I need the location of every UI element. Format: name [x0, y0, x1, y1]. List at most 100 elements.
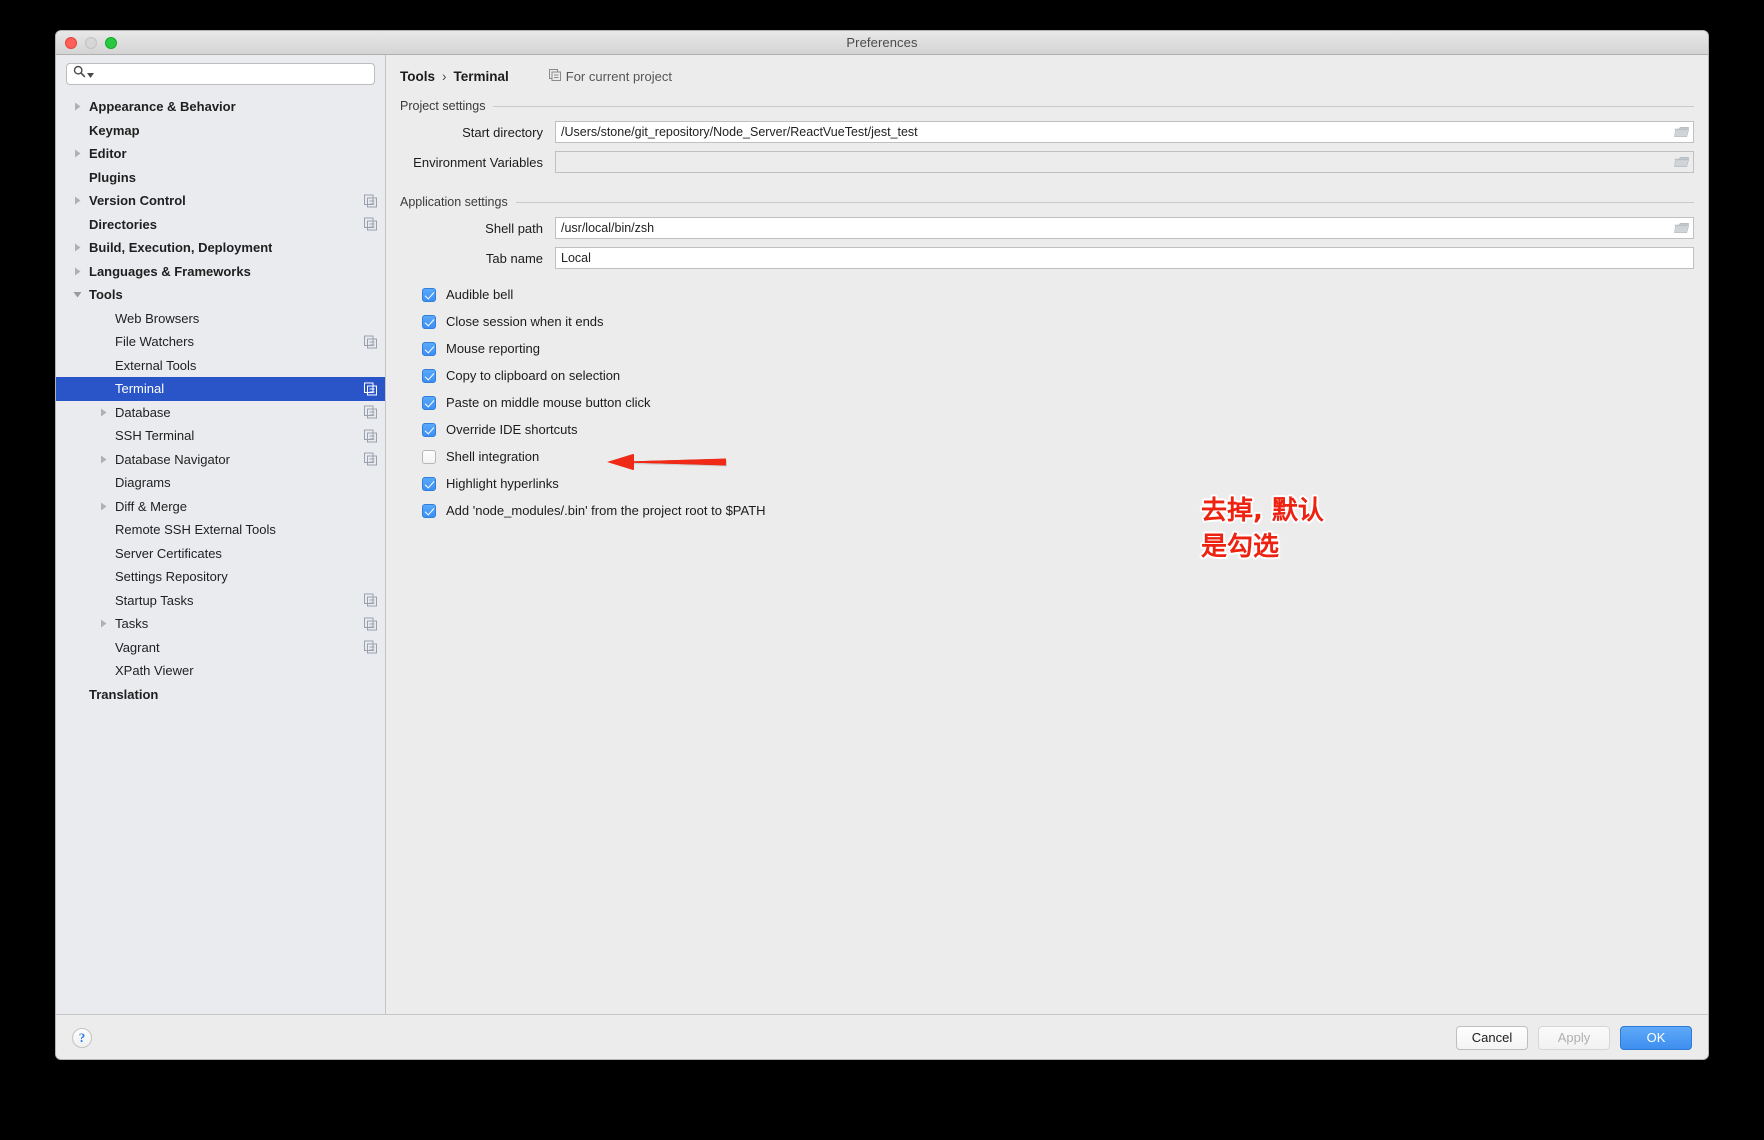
sidebar-item-xpath-viewer[interactable]: XPath Viewer: [56, 659, 385, 683]
sidebar-item-editor[interactable]: Editor: [56, 142, 385, 166]
traffic-lights: [65, 36, 117, 49]
field-label: Start directory: [462, 124, 543, 140]
chevron-right-icon[interactable]: [70, 241, 84, 255]
tab-name-input[interactable]: [555, 247, 1694, 269]
checkbox-paste-on-middle-mouse-button-click[interactable]: [422, 395, 436, 410]
checkbox-row-shell-integration[interactable]: Shell integration: [422, 443, 1694, 470]
search-box[interactable]: [66, 63, 375, 85]
checkbox-shell-integration[interactable]: [422, 449, 436, 464]
checkbox-add-node-modules-bin-from-the-project-root-to-path[interactable]: [422, 503, 436, 518]
checkbox-row-copy-to-clipboard-on-selection[interactable]: Copy to clipboard on selection: [422, 362, 1694, 389]
shell-path-input[interactable]: [555, 217, 1694, 239]
checkbox-row-override-ide-shortcuts[interactable]: Override IDE shortcuts: [422, 416, 1694, 443]
sidebar-item-external-tools[interactable]: External Tools: [56, 354, 385, 378]
folder-browse-icon[interactable]: [1674, 156, 1689, 169]
checkbox-row-highlight-hyperlinks[interactable]: Highlight hyperlinks: [422, 470, 1694, 497]
sidebar-item-languages-frameworks[interactable]: Languages & Frameworks: [56, 260, 385, 284]
checkbox-mouse-reporting[interactable]: [422, 341, 436, 356]
breadcrumb-parent[interactable]: Tools: [400, 69, 435, 84]
sidebar-item-plugins[interactable]: Plugins: [56, 166, 385, 190]
folder-browse-icon[interactable]: [1674, 126, 1689, 139]
sidebar-item-tools[interactable]: Tools: [56, 283, 385, 307]
chevron-right-icon[interactable]: [70, 100, 84, 114]
sidebar-item-label: Database Navigator: [115, 451, 230, 467]
project-scope-label: For current project: [565, 68, 672, 84]
checkbox-row-mouse-reporting[interactable]: Mouse reporting: [422, 335, 1694, 362]
sidebar-item-database[interactable]: Database: [56, 401, 385, 425]
sidebar-item-label: Translation: [89, 686, 159, 702]
sidebar-item-keymap[interactable]: Keymap: [56, 119, 385, 143]
search-input[interactable]: [98, 66, 368, 82]
chevron-right-icon[interactable]: [70, 147, 84, 161]
sidebar-item-label: External Tools: [115, 357, 197, 373]
start-directory-input[interactable]: [555, 121, 1694, 143]
project-scope-indicator: For current project: [548, 68, 672, 84]
checkbox-row-paste-on-middle-mouse-button-click[interactable]: Paste on middle mouse button click: [422, 389, 1694, 416]
chevron-down-icon[interactable]: [70, 288, 84, 302]
sidebar-item-vagrant[interactable]: Vagrant: [56, 636, 385, 660]
sidebar-item-directories[interactable]: Directories: [56, 213, 385, 237]
sidebar-item-diff-merge[interactable]: Diff & Merge: [56, 495, 385, 519]
close-button[interactable]: [65, 36, 77, 49]
sidebar-item-build-execution-deployment[interactable]: Build, Execution, Deployment: [56, 236, 385, 260]
project-settings-fields: Start directory Environment Variables: [400, 121, 1694, 173]
apply-button[interactable]: Apply: [1538, 1025, 1610, 1050]
section-title: Application settings: [400, 195, 508, 209]
checkbox-row-audible-bell[interactable]: Audible bell: [422, 281, 1694, 308]
sidebar-item-server-certificates[interactable]: Server Certificates: [56, 542, 385, 566]
sidebar-item-file-watchers[interactable]: File Watchers: [56, 330, 385, 354]
field-row: Shell path: [400, 217, 1694, 239]
chevron-right-icon[interactable]: [96, 452, 110, 466]
sidebar-item-label: Web Browsers: [115, 310, 200, 326]
project-scope-icon: [364, 617, 377, 631]
project-scope-icon: [364, 429, 377, 443]
sidebar-item-settings-repository[interactable]: Settings Repository: [56, 565, 385, 589]
checkbox-override-ide-shortcuts[interactable]: [422, 422, 436, 437]
checkbox-label: Override IDE shortcuts: [446, 422, 578, 437]
chevron-right-icon[interactable]: [96, 499, 110, 513]
sidebar-item-web-browsers[interactable]: Web Browsers: [56, 307, 385, 331]
help-button[interactable]: ?: [72, 1027, 92, 1048]
sidebar-item-startup-tasks[interactable]: Startup Tasks: [56, 589, 385, 613]
checkbox-highlight-hyperlinks[interactable]: [422, 476, 436, 491]
field-label: Tab name: [485, 250, 543, 266]
checkbox-copy-to-clipboard-on-selection[interactable]: [422, 368, 436, 383]
sidebar-item-label: Diff & Merge: [115, 498, 188, 514]
field-input-wrap: [555, 121, 1694, 143]
sidebar-item-terminal[interactable]: Terminal: [56, 377, 385, 401]
maximize-button[interactable]: [105, 36, 117, 49]
chevron-right-icon[interactable]: [70, 194, 84, 208]
chevron-right-icon[interactable]: [96, 405, 110, 419]
search-dropdown-icon[interactable]: [87, 65, 94, 83]
folder-browse-icon[interactable]: [1674, 222, 1689, 235]
cancel-button[interactable]: Cancel: [1456, 1025, 1528, 1050]
sidebar-item-version-control[interactable]: Version Control: [56, 189, 385, 213]
sidebar-item-label: Editor: [89, 146, 127, 162]
sidebar-item-remote-ssh-external-tools[interactable]: Remote SSH External Tools: [56, 518, 385, 542]
ok-button[interactable]: OK: [1620, 1025, 1692, 1050]
sidebar-item-label: XPath Viewer: [115, 663, 194, 679]
checkbox-close-session-when-it-ends[interactable]: [422, 314, 436, 329]
chevron-right-icon[interactable]: [96, 617, 110, 631]
sidebar-item-ssh-terminal[interactable]: SSH Terminal: [56, 424, 385, 448]
section-divider: [515, 201, 1694, 203]
project-scope-icon: [364, 640, 377, 654]
sidebar-item-tasks[interactable]: Tasks: [56, 612, 385, 636]
sidebar-item-database-navigator[interactable]: Database Navigator: [56, 448, 385, 472]
environment-variables-input[interactable]: [555, 151, 1694, 173]
checkbox-row-add-node-modules-bin-from-the-project-root-to-path[interactable]: Add 'node_modules/.bin' from the project…: [422, 497, 1694, 524]
sidebar-item-label: Build, Execution, Deployment: [89, 240, 273, 256]
checkbox-row-close-session-when-it-ends[interactable]: Close session when it ends: [422, 308, 1694, 335]
checkbox-audible-bell[interactable]: [422, 287, 436, 302]
minimize-button[interactable]: [85, 36, 97, 49]
sidebar-item-diagrams[interactable]: Diagrams: [56, 471, 385, 495]
sidebar-item-appearance-behavior[interactable]: Appearance & Behavior: [56, 95, 385, 119]
chevron-right-icon[interactable]: [70, 264, 84, 278]
sidebar-item-translation[interactable]: Translation: [56, 683, 385, 707]
